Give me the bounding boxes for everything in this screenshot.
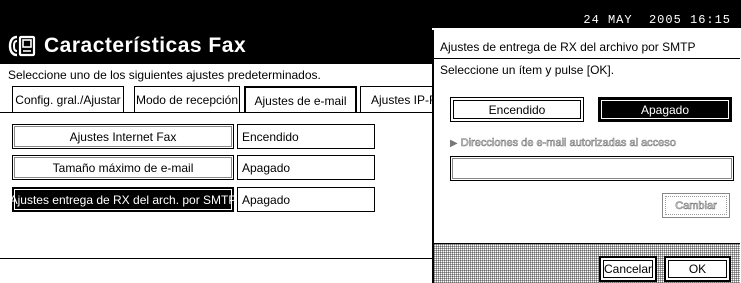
email-field-label: ▶ Direcciones de e-mail autorizadas al a… bbox=[450, 137, 676, 150]
dialog-footer: Cancelar OK bbox=[434, 243, 740, 283]
setting-internet-fax-button[interactable]: Ajustes Internet Fax bbox=[12, 124, 234, 149]
option-encendido-button[interactable]: Encendido bbox=[450, 97, 584, 122]
dialog-title-divider bbox=[434, 58, 740, 59]
bottom-divider bbox=[0, 258, 432, 259]
title-bar: Características Fax bbox=[0, 28, 432, 64]
smtp-delivery-dialog: Ajustes de entrega de RX del archivo por… bbox=[432, 30, 740, 283]
page-title: Características Fax bbox=[44, 34, 247, 57]
instruction-text: Seleccione uno de los siguientes ajustes… bbox=[8, 68, 321, 82]
fax-icon bbox=[8, 35, 36, 57]
cancel-button[interactable]: Cancelar bbox=[599, 256, 657, 282]
dialog-title: Ajustes de entrega de RX del archivo por… bbox=[440, 40, 696, 54]
setting-internet-fax-value: Encendido bbox=[237, 124, 375, 149]
dialog-prompt: Seleccione un ítem y pulse [OK]. bbox=[440, 63, 615, 77]
tab-ajustes-ip-fax[interactable]: Ajustes IP-F bbox=[360, 86, 432, 112]
setting-smtp-rx-delivery-button[interactable]: Ajustes entrega de RX del arch. por SMTP bbox=[10, 187, 236, 212]
tab-modo-recepcion[interactable]: Modo de recepción bbox=[134, 86, 240, 112]
option-apagado-button[interactable]: Apagado bbox=[598, 97, 732, 122]
ok-button[interactable]: OK bbox=[664, 256, 731, 282]
change-button: Cambiar bbox=[662, 193, 730, 218]
setting-max-email-size-button[interactable]: Tamaño máximo de e-mail bbox=[12, 155, 234, 180]
setting-max-email-size-value: Apagado bbox=[237, 155, 375, 180]
triangle-right-icon: ▶ bbox=[450, 137, 458, 149]
tab-ajustes-email[interactable]: Ajustes de e-mail bbox=[244, 86, 357, 113]
setting-smtp-rx-delivery-value: Apagado bbox=[237, 187, 375, 212]
tab-divider bbox=[0, 112, 432, 113]
status-bar: 24 MAY 2005 16:15 bbox=[0, 0, 741, 28]
tab-config-general[interactable]: Config. gral./Ajustar bbox=[12, 86, 124, 112]
email-address-field bbox=[450, 156, 734, 181]
datetime: 24 MAY 2005 16:15 bbox=[583, 13, 731, 27]
